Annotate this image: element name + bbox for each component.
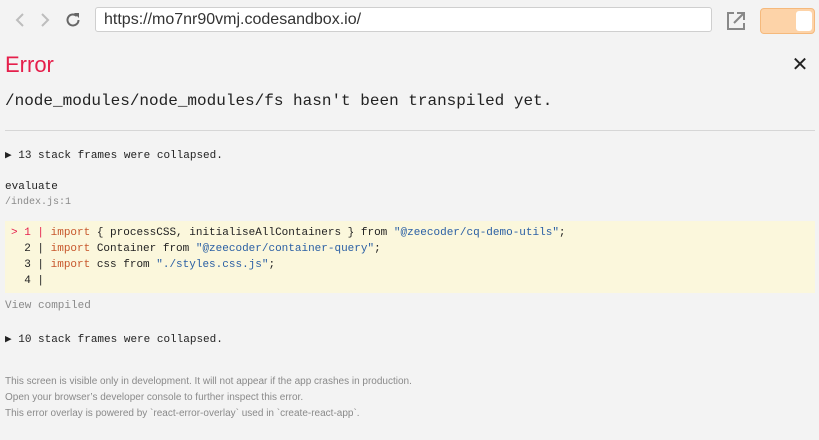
reload-button[interactable] <box>62 9 84 31</box>
collapsed-frames-toggle[interactable]: ▶ 10 stack frames were collapsed. <box>5 332 223 346</box>
footer-line: Open your browser’s developer console to… <box>5 392 304 403</box>
footer-line: This screen is visible only in developme… <box>5 376 412 387</box>
code-line: > 1 | import { processCSS, initialiseAll… <box>11 227 566 239</box>
error-message: /node_modules/node_modules/fs hasn't bee… <box>5 92 553 110</box>
error-title: Error <box>5 52 54 77</box>
back-button[interactable] <box>9 9 31 31</box>
view-toggle[interactable] <box>760 8 815 34</box>
divider <box>5 130 815 131</box>
arrow-right-icon <box>41 13 50 27</box>
code-line: 3 | import css from "./styles.css.js"; <box>24 259 276 271</box>
forward-button[interactable] <box>34 9 56 31</box>
open-in-new-window-button[interactable] <box>725 10 747 32</box>
stack-frame-function: evaluate <box>5 181 58 193</box>
open-external-icon <box>727 12 745 30</box>
view-compiled-link[interactable]: View compiled <box>5 300 91 312</box>
stack-frame-file[interactable]: /index.js:1 <box>5 197 71 208</box>
collapsed-frames-toggle[interactable]: ▶ 13 stack frames were collapsed. <box>5 148 223 162</box>
footer-line: This error overlay is powered by `react-… <box>5 408 360 419</box>
error-overlay: Error ✕ /node_modules/node_modules/fs ha… <box>0 41 819 440</box>
browser-toolbar: https://mo7nr90vmj.codesandbox.io/ <box>0 0 819 41</box>
address-bar[interactable]: https://mo7nr90vmj.codesandbox.io/ <box>95 7 712 32</box>
footer-notice: This screen is visible only in developme… <box>5 374 412 422</box>
reload-icon <box>66 13 80 27</box>
code-line: 4 | <box>24 275 45 287</box>
code-snippet: > 1 | import { processCSS, initialiseAll… <box>5 221 815 293</box>
close-icon[interactable]: ✕ <box>791 55 809 75</box>
toggle-knob <box>796 11 812 31</box>
code-line: 2 | import Container from "@zeecoder/con… <box>24 243 381 255</box>
arrow-left-icon <box>15 13 24 27</box>
